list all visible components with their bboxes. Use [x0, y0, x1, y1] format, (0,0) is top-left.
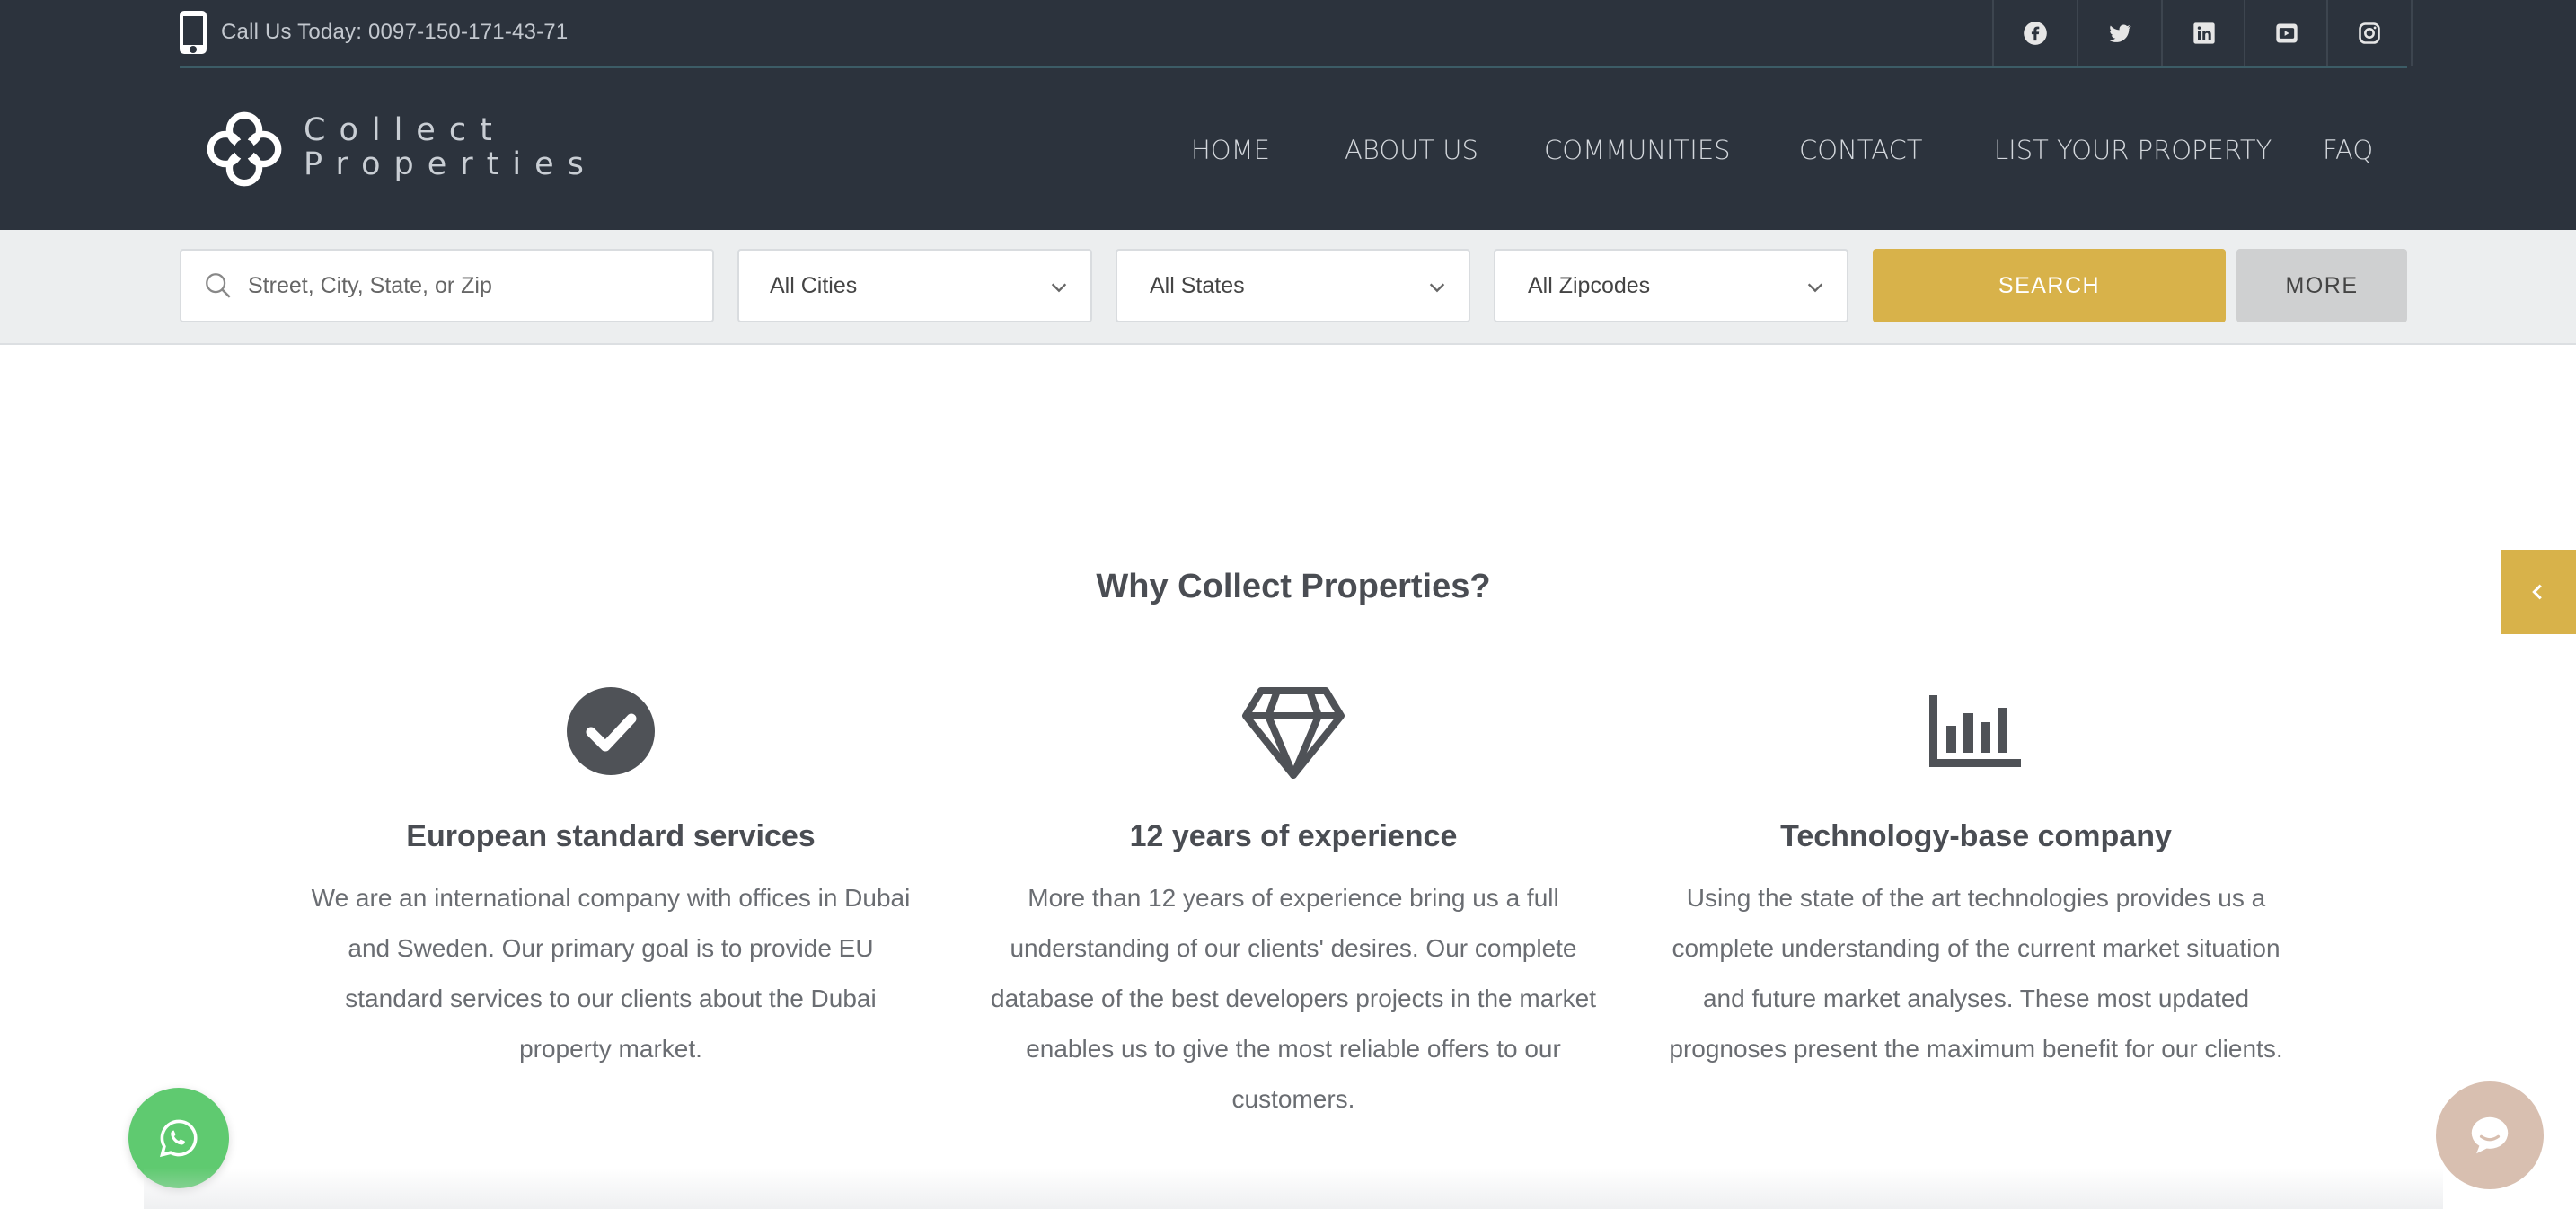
bar-chart-icon [1929, 695, 2021, 767]
city-select-value: All Cities [770, 272, 858, 298]
search-icon [206, 273, 231, 298]
feature-text-european: We are an international company with off… [311, 884, 911, 1063]
brand-name[interactable]: Collect Properties [304, 113, 597, 181]
whatsapp-icon [160, 1119, 198, 1158]
facebook-icon[interactable] [1992, 0, 2077, 66]
chevron-left-icon [2532, 584, 2542, 600]
zipcode-select[interactable]: All Zipcodes [1494, 249, 1848, 322]
feature-title-technology: Technology-base company [1780, 819, 2172, 853]
state-select[interactable]: All States [1116, 249, 1470, 322]
check-circle-icon [566, 686, 656, 776]
chat-bubble-icon [2471, 1116, 2509, 1154]
nav-communities[interactable]: COMMUNITIES [1544, 135, 1731, 171]
more-button[interactable]: MORE [2236, 249, 2407, 322]
search-input[interactable]: Street, City, State, or Zip [180, 249, 714, 322]
search-placeholder: Street, City, State, or Zip [248, 272, 492, 298]
nav-home[interactable]: HOME [1191, 135, 1270, 171]
twitter-icon[interactable] [2077, 0, 2161, 66]
mobile-phone-icon [180, 11, 207, 54]
feature-text-experience: More than 12 years of experience bring u… [991, 884, 1596, 1113]
feature-title-experience: 12 years of experience [1129, 819, 1458, 853]
call-us-text: Call Us Today: 0097-150-171-43-71 [221, 20, 569, 44]
state-select-value: All States [1150, 272, 1245, 298]
instagram-icon[interactable] [2326, 0, 2413, 66]
logo-icon[interactable] [203, 108, 286, 190]
brand-line-2: Properties [304, 146, 597, 182]
linkedin-icon[interactable] [2161, 0, 2245, 66]
nav-about-us[interactable]: ABOUT US [1345, 135, 1478, 171]
next-section-edge [144, 1168, 2443, 1209]
chevron-down-icon [1051, 283, 1067, 293]
city-select[interactable]: All Cities [737, 249, 1092, 322]
side-panel-toggle[interactable] [2501, 550, 2576, 634]
chat-button[interactable] [2436, 1081, 2544, 1189]
section-title: Why Collect Properties? [1096, 568, 1491, 605]
nav-contact[interactable]: CONTACT [1799, 135, 1923, 171]
chevron-down-icon [1429, 283, 1445, 293]
nav-list-your-property[interactable]: LIST YOUR PROPERTY [1994, 135, 2272, 171]
brand-line-1: Collect [304, 112, 506, 148]
chevron-down-icon [1807, 283, 1823, 293]
nav-faq[interactable]: FAQ [2323, 135, 2373, 171]
diamond-icon [1241, 686, 1345, 780]
feature-text-technology: Using the state of the art technologies … [1669, 884, 2283, 1063]
youtube-icon[interactable] [2244, 0, 2328, 66]
header-divider [180, 66, 2407, 68]
feature-title-european: European standard services [406, 819, 816, 853]
search-button[interactable]: SEARCH [1873, 249, 2226, 322]
zipcode-select-value: All Zipcodes [1528, 272, 1651, 298]
